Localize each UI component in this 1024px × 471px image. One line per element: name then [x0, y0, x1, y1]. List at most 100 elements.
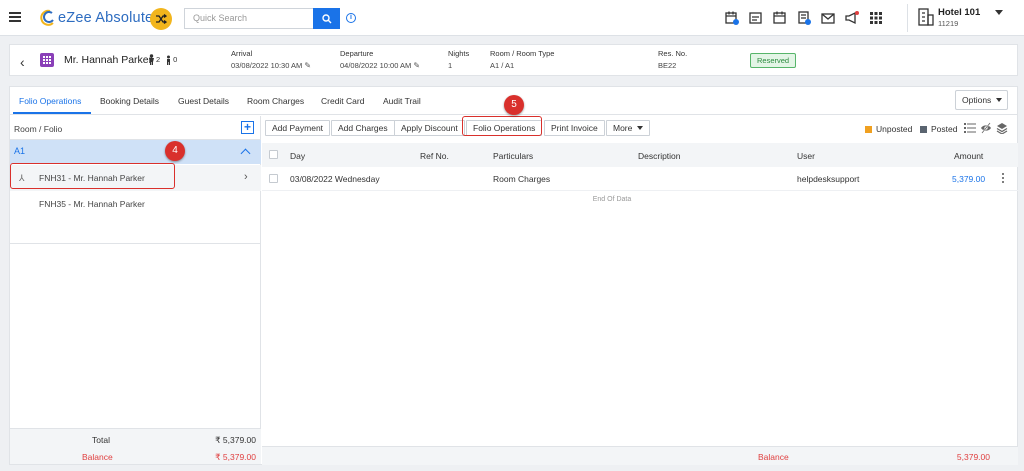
- departure-label: Departure: [340, 49, 374, 58]
- shuffle-icon: [156, 13, 167, 25]
- tab-audit-trail[interactable]: Audit Trail: [383, 96, 421, 106]
- menu-icon[interactable]: [9, 12, 21, 22]
- search-button[interactable]: [313, 8, 340, 29]
- cell-amount[interactable]: 5,379.00: [952, 174, 985, 184]
- logo-icon: [38, 9, 56, 27]
- room-group-row[interactable]: A1: [10, 140, 261, 164]
- more-dropdown[interactable]: More: [606, 120, 651, 136]
- edit-pencil-icon[interactable]: ✎: [304, 61, 311, 70]
- main-panel: Folio Operations Booking Details Guest D…: [9, 86, 1018, 465]
- step-5-marker: 5: [504, 95, 524, 115]
- add-payment-button[interactable]: Add Payment: [265, 120, 331, 136]
- calendar-info-icon[interactable]: [724, 10, 740, 26]
- tab-booking-details[interactable]: Booking Details: [100, 96, 159, 106]
- total-label: Total: [92, 435, 110, 445]
- chevron-up-icon[interactable]: [240, 148, 251, 159]
- folio-label: FNH35 - Mr. Hannah Parker: [39, 199, 145, 209]
- tab-room-charges[interactable]: Room Charges: [247, 96, 304, 106]
- pax-count: 2 0: [148, 54, 177, 65]
- add-folio-button[interactable]: +: [241, 121, 254, 134]
- children-count: 0: [173, 55, 178, 64]
- shuffle-button[interactable]: [150, 8, 172, 30]
- adult-icon: [149, 54, 154, 65]
- split-folio-icon: ⅄: [19, 173, 25, 183]
- apps-grid-icon[interactable]: [868, 10, 884, 26]
- edit-pencil-icon[interactable]: ✎: [413, 61, 420, 70]
- departure-value: 04/08/2022 10:00 AM: [340, 61, 412, 70]
- info-icon[interactable]: i: [346, 13, 356, 23]
- folio-item[interactable]: FNH35 - Mr. Hannah Parker: [10, 191, 261, 217]
- list-view-icon[interactable]: [964, 122, 976, 134]
- active-tab-indicator: [13, 112, 91, 114]
- print-invoice-button[interactable]: Print Invoice: [544, 120, 605, 136]
- add-charges-button[interactable]: Add Charges: [331, 120, 395, 136]
- chevron-down-icon: [996, 98, 1002, 102]
- room-value: A1 / A1: [490, 61, 515, 70]
- back-icon[interactable]: ‹: [20, 54, 25, 70]
- guest-summary-card: ‹ Mr. Hannah Parker 2 0 Arrival 03/08/20…: [9, 44, 1018, 76]
- table-row[interactable]: 03/08/2022 Wednesday Room Charges helpde…: [262, 167, 1018, 191]
- apply-discount-button[interactable]: Apply Discount: [394, 120, 465, 136]
- table-header: Day Ref No. Particulars Description User…: [262, 143, 1018, 167]
- calendar-icon[interactable]: [772, 10, 788, 26]
- arrival-field: Arrival 03/08/2022 10:30 AM ✎: [231, 49, 311, 70]
- more-label: More: [613, 123, 633, 133]
- unposted-label: Unposted: [876, 124, 913, 134]
- col-ref-no: Ref No.: [420, 151, 449, 161]
- adults-count: 2: [156, 55, 161, 64]
- departure-field: Departure 04/08/2022 10:00 AM ✎: [340, 49, 420, 70]
- logo-text: eZee Absolute: [58, 10, 154, 26]
- resno-label: Res. No.: [658, 49, 688, 58]
- room-folio-title: Room / Folio: [14, 124, 63, 134]
- col-amount: Amount: [954, 151, 984, 161]
- cell-particulars: Room Charges: [493, 174, 551, 184]
- cell-day: 03/08/2022 Wednesday: [290, 174, 380, 184]
- quick-search-input[interactable]: Quick Search: [184, 8, 313, 29]
- folio-item[interactable]: ⅄ FNH31 - Mr. Hannah Parker ›: [10, 165, 261, 191]
- col-particulars: Particulars: [493, 151, 534, 161]
- posted-swatch: [920, 125, 927, 133]
- megaphone-icon[interactable]: [844, 10, 860, 26]
- room-card-icon[interactable]: [748, 10, 764, 26]
- posted-legend: Posted: [920, 124, 957, 134]
- search-icon: [321, 13, 331, 23]
- mail-icon[interactable]: [820, 10, 836, 26]
- posted-label: Posted: [931, 124, 958, 134]
- app-logo[interactable]: eZee Absolute: [38, 8, 153, 28]
- balance-value: 5,379.00: [956, 452, 990, 462]
- total-value: ₹ 5,379.00: [215, 435, 256, 445]
- col-user: User: [797, 151, 815, 161]
- select-all-checkbox[interactable]: [269, 150, 278, 159]
- folio-totals: Total ₹ 5,379.00 Balance ₹ 5,379.00: [10, 428, 261, 464]
- folio-label: FNH31 - Mr. Hannah Parker: [39, 173, 145, 183]
- tab-guest-details[interactable]: Guest Details: [178, 96, 229, 106]
- tab-folio-operations[interactable]: Folio Operations: [19, 96, 81, 106]
- row-actions-icon[interactable]: [1002, 173, 1004, 185]
- resno-field: Res. No. BE22: [658, 49, 687, 70]
- tab-credit-card[interactable]: Credit Card: [321, 96, 364, 106]
- divider: [10, 243, 261, 244]
- top-bar: eZee Absolute Quick Search i Hotel 101 1…: [0, 0, 1024, 36]
- row-checkbox[interactable]: [269, 174, 278, 183]
- folio-operations-button[interactable]: Folio Operations: [466, 120, 543, 136]
- room-folio-panel: Room / Folio + A1 ⅄ FNH31 - Mr. Hannah P…: [10, 116, 261, 465]
- hide-eye-icon[interactable]: [980, 122, 992, 134]
- nights-value: 1: [448, 61, 453, 70]
- layers-icon[interactable]: [996, 122, 1008, 135]
- hotel-selector[interactable]: Hotel 101 11219: [918, 7, 1003, 29]
- document-icon[interactable]: [796, 10, 812, 26]
- options-dropdown[interactable]: Options: [955, 90, 1008, 110]
- col-description: Description: [638, 151, 681, 161]
- resno-value: BE22: [658, 61, 677, 70]
- table-balance-footer: Balance 5,379.00: [262, 446, 1018, 465]
- balance-value: ₹ 5,379.00: [215, 452, 256, 462]
- divider: [907, 4, 908, 32]
- hotel-id: 11219: [938, 19, 959, 28]
- arrival-value: 03/08/2022 10:30 AM: [231, 61, 303, 70]
- balance-label: Balance: [758, 452, 789, 462]
- step-4-marker: 4: [165, 141, 185, 161]
- col-day: Day: [290, 151, 306, 161]
- room-folio-header: Room / Folio +: [10, 116, 261, 140]
- child-icon: [167, 55, 171, 65]
- room-label: Room / Room Type: [490, 49, 555, 58]
